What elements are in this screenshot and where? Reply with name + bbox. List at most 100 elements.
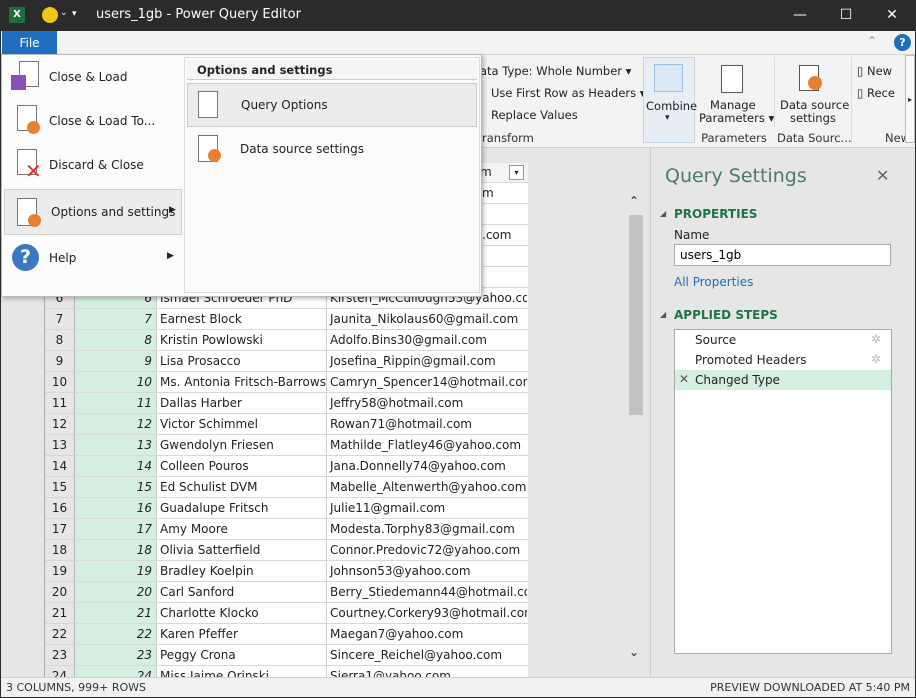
table-row[interactable]: 10 10 Ms. Antonia Fritsch-Barrows Camryn… [45,372,528,393]
cell-name[interactable]: Amy Moore [157,519,327,539]
table-row[interactable]: 7 7 Earnest Block Jaunita_Nikolaus60@gma… [45,309,528,330]
replace-values-button[interactable]: Replace Values [491,108,578,122]
cell-name[interactable]: Carl Sanford [157,582,327,602]
menu-item-data-source-settings[interactable]: Data source settings [187,128,477,172]
combine-button[interactable]: Combine ▾ [643,57,697,143]
cell-email[interactable]: Josefina_Rippin@gmail.com [327,351,527,371]
cell-name[interactable]: Ms. Antonia Fritsch-Barrows [157,372,327,392]
cell-id[interactable]: 13 [75,435,157,455]
cell-id[interactable]: 20 [75,582,157,602]
cell-id[interactable]: 14 [75,456,157,476]
cell-name[interactable]: Peggy Crona [157,645,327,665]
cell-id[interactable]: 7 [75,309,157,329]
cell-email[interactable]: Adolfo.Bins30@gmail.com [327,330,527,350]
table-row[interactable]: 14 14 Colleen Pouros Jana.Donnelly74@yah… [45,456,528,477]
cell-name[interactable]: Ed Schulist DVM [157,477,327,497]
chevron-down-icon[interactable]: ⌄ [60,8,68,18]
delete-step-icon[interactable]: ✕ [679,372,689,386]
table-row[interactable]: 15 15 Ed Schulist DVM Mabelle_Altenwerth… [45,477,528,498]
recent-sources-button[interactable]: ▯ Rece [857,86,895,100]
cell-email[interactable]: Julie11@gmail.com [327,498,527,518]
cell-name[interactable]: Victor Schimmel [157,414,327,434]
menu-item-close-load-to[interactable]: Close & Load To... [3,99,182,143]
column-filter-dropdown[interactable]: ▾ [509,165,524,180]
vertical-scrollbar[interactable]: ⌃ ⌄ [627,190,645,665]
table-row[interactable]: 8 8 Kristin Powlowski Adolfo.Bins30@gmai… [45,330,528,351]
help-icon[interactable]: ? [894,34,911,51]
gear-icon[interactable]: ✲ [871,332,881,346]
collapse-triangle-icon[interactable]: ◢ [660,310,666,319]
table-row[interactable]: 23 23 Peggy Crona Sincere_Reichel@yahoo.… [45,645,528,666]
customize-qat-icon[interactable]: ▾ [72,9,77,19]
cell-email[interactable]: Johnson53@yahoo.com [327,561,527,581]
close-query-settings-button[interactable]: ✕ [876,166,889,185]
step-source[interactable]: Source ✲ [675,330,891,350]
cell-id[interactable]: 8 [75,330,157,350]
cell-name[interactable]: Colleen Pouros [157,456,327,476]
cell-name[interactable]: Earnest Block [157,309,327,329]
cell-id[interactable]: 19 [75,561,157,581]
table-row[interactable]: 11 11 Dallas Harber Jeffry58@hotmail.com [45,393,528,414]
cell-id[interactable]: 12 [75,414,157,434]
smiley-icon[interactable] [42,7,58,23]
table-row[interactable]: 18 18 Olivia Satterfield Connor.Predovic… [45,540,528,561]
cell-name[interactable]: Bradley Koelpin [157,561,327,581]
cell-name[interactable]: Guadalupe Fritsch [157,498,327,518]
cell-name[interactable]: Gwendolyn Friesen [157,435,327,455]
cell-id[interactable]: 17 [75,519,157,539]
ribbon-scroll-right-button[interactable]: ▸ [905,55,915,143]
cell-name[interactable]: Charlotte Klocko [157,603,327,623]
query-name-input[interactable] [674,244,891,266]
table-row[interactable]: 17 17 Amy Moore Modesta.Torphy83@gmail.c… [45,519,528,540]
scroll-down-icon[interactable]: ⌄ [629,645,639,659]
data-source-settings-button[interactable]: Data source settings [774,57,849,127]
cell-id[interactable]: 15 [75,477,157,497]
cell-id[interactable]: 16 [75,498,157,518]
cell-email[interactable]: Sincere_Reichel@yahoo.com [327,645,527,665]
maximize-button[interactable]: ☐ [823,0,869,31]
table-row[interactable]: 19 19 Bradley Koelpin Johnson53@yahoo.co… [45,561,528,582]
cell-name[interactable]: Kristin Powlowski [157,330,327,350]
menu-item-options-settings[interactable]: Options and settings ▶ [4,189,182,235]
cell-id[interactable]: 21 [75,603,157,623]
cell-email[interactable]: Mabelle_Altenwerth@yahoo.com [327,477,527,497]
tab-file[interactable]: File [2,31,57,55]
table-row[interactable]: 20 20 Carl Sanford Berry_Stiedemann44@ho… [45,582,528,603]
data-type-dropdown[interactable]: ata Type: Whole Number ▾ [480,64,631,78]
cell-email[interactable]: Mathilde_Flatley46@yahoo.com [327,435,527,455]
cell-email[interactable]: Maegan7@yahoo.com [327,624,527,644]
cell-id[interactable]: 11 [75,393,157,413]
cell-email[interactable]: Jana.Donnelly74@yahoo.com [327,456,527,476]
new-source-button[interactable]: ▯ New [857,64,892,78]
cell-email[interactable]: Modesta.Torphy83@gmail.com [327,519,527,539]
cell-email[interactable]: Jeffry58@hotmail.com [327,393,527,413]
cell-id[interactable]: 18 [75,540,157,560]
step-promoted-headers[interactable]: Promoted Headers ✲ [675,350,891,370]
menu-item-query-options[interactable]: Query Options [187,83,477,127]
cell-id[interactable]: 23 [75,645,157,665]
step-changed-type[interactable]: ✕ Changed Type [675,370,891,390]
scroll-up-icon[interactable]: ⌃ [629,194,639,208]
menu-item-close-load[interactable]: Close & Load [3,55,182,99]
table-row[interactable]: 22 22 Karen Pfeffer Maegan7@yahoo.com [45,624,528,645]
cell-id[interactable]: 22 [75,624,157,644]
cell-id[interactable]: 10 [75,372,157,392]
cell-name[interactable]: Lisa Prosacco [157,351,327,371]
table-row[interactable]: 12 12 Victor Schimmel Rowan71@hotmail.co… [45,414,528,435]
cell-email[interactable]: Jaunita_Nikolaus60@gmail.com [327,309,527,329]
minimize-button[interactable]: — [777,0,823,31]
cell-email[interactable]: Courtney.Corkery93@hotmail.com [327,603,527,623]
all-properties-link[interactable]: All Properties [674,275,753,289]
cell-email[interactable]: Rowan71@hotmail.com [327,414,527,434]
cell-email[interactable]: Camryn_Spencer14@hotmail.com [327,372,527,392]
close-button[interactable]: ✕ [869,0,915,31]
table-row[interactable]: 13 13 Gwendolyn Friesen Mathilde_Flatley… [45,435,528,456]
gear-icon[interactable]: ✲ [871,352,881,366]
cell-email[interactable]: Connor.Predovic72@yahoo.com [327,540,527,560]
table-row[interactable]: 16 16 Guadalupe Fritsch Julie11@gmail.co… [45,498,528,519]
collapse-triangle-icon[interactable]: ◢ [660,209,666,218]
table-row[interactable]: 21 21 Charlotte Klocko Courtney.Corkery9… [45,603,528,624]
cell-id[interactable]: 9 [75,351,157,371]
scrollbar-thumb[interactable] [629,215,643,415]
cell-name[interactable]: Olivia Satterfield [157,540,327,560]
